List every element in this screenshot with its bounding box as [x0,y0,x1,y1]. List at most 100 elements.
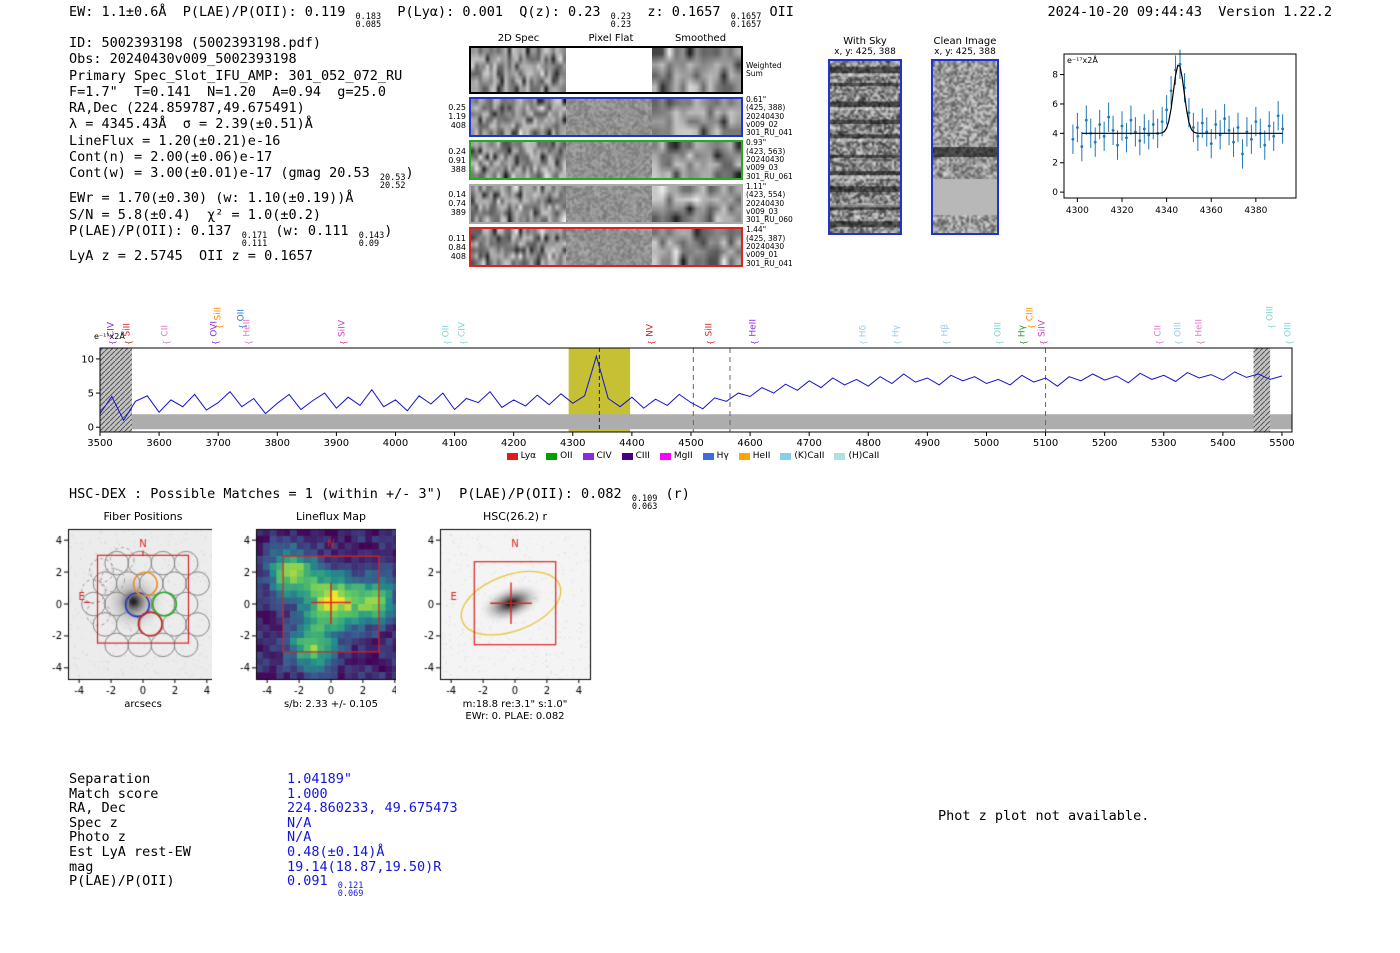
info-line: F=1.7" T=0.141 N=1.20 A=0.94 g=25.0 [69,83,386,100]
clean-image [931,59,999,235]
emission-line-label: Hβ} [941,324,952,346]
emission-line-label-text: Hδ [858,324,869,337]
pixel-flat-image [566,142,652,179]
info-line: S/N = 5.8(±0.4) χ² = 1.0(±0.2) [69,206,321,223]
brace-icon: } [750,339,760,346]
weight-value: 0.14 [448,190,466,200]
legend-label: MgII [673,451,693,461]
emission-line-label-text: SiIV [1037,319,1048,337]
svg-text:3700: 3700 [205,438,230,449]
spectrum-legend: Lyα OII CIV CIII MgII Hγ HeII (K)CaII (H)CaII [80,451,1306,461]
legend-swatch [834,452,846,460]
svg-text:4500: 4500 [678,438,703,449]
col-title-smoothed: Smoothed [674,33,727,44]
with-sky-title: With Sky [843,36,887,47]
2d-spec-image [471,142,566,179]
lineflux-map-panel: Lineflux Map s/b: 2.33 +/- 0.105 [212,510,412,711]
brace-icon: } [244,339,254,346]
match-value: 0.48(±0.14)Å [287,843,385,860]
legend-item: Hγ [702,451,729,461]
legend-item: (K)CaII [780,451,824,461]
full-spectrum-panel: CIV} SiII} CII} OVI} SiII} OII} HeII} SiIV} OII}… [80,268,1306,473]
annotation-line: 301_RU_041 [746,128,793,138]
smoothed-image [652,229,741,266]
clean-image-xy: x, y: 425, 388 [934,47,996,57]
match-label: RA, Dec [69,800,126,817]
hsc-cutout-canvas [396,523,596,699]
svg-text:5400: 5400 [1210,438,1235,449]
svg-text:4700: 4700 [796,438,821,449]
legend-swatch [506,452,518,460]
table-row: Separation 1.04189" [69,772,458,787]
emission-line-label: SiII} [214,307,225,330]
emission-line-label-text: CIII [1025,306,1036,321]
info-line: LineFlux = 1.20(±0.21)e-16 [69,132,281,149]
weight-value: 389 [450,208,466,218]
photz-note: Phot z plot not available. [938,808,1150,824]
clean-image-title: Clean Image [933,36,997,47]
brace-icon: } [124,339,134,346]
legend-label: (K)CaII [794,451,825,461]
info-line: Cont(n) = 2.00(±0.06)e-17 [69,149,273,166]
svg-text:5500: 5500 [1269,438,1294,449]
emission-line-label-text: OIII [1265,305,1276,321]
top-bar: EW: 1.1±0.6Å P(LAE)/P(OII): 0.119 0.183 0… [69,4,1332,29]
info-line: λ = 4345.43Å σ = 2.39(±0.51)Å [69,116,313,133]
brace-icon: } [1019,339,1029,346]
legend-item: OII [546,451,573,461]
match-value: 1.000 [287,785,328,802]
svg-text:4000: 4000 [383,438,408,449]
smoothed-image [652,185,741,222]
hsc-cutout-title: HSC(26.2) r [482,510,548,523]
svg-text:5000: 5000 [974,438,999,449]
2d-spec-image [471,98,566,135]
svg-text:4900: 4900 [915,438,940,449]
svg-text:6: 6 [1052,100,1058,110]
svg-text:4200: 4200 [501,438,526,449]
spec2d-row-weights: 0.24 0.91 388 [441,147,469,174]
catalog-match-table: Separation 1.04189" Match score 1.000 RA, De… [69,772,458,899]
detection-info: ID: 5002393198 (5002393198.pdf) Obs: 2024… [69,35,414,264]
clean-image-panel: Clean Image x, y: 425, 388 [928,36,1002,239]
match-value: N/A [287,829,312,846]
svg-text:8: 8 [1052,71,1058,81]
weight-value: 0.91 [448,155,466,165]
hsc-caption-1: m:18.8 re:3.1" s:1.0" [462,699,568,710]
svg-text:4300: 4300 [560,438,585,449]
emission-line-label-text: CIV [457,321,468,337]
pixel-flat-blank [566,48,652,92]
smoothed-image [652,48,741,92]
brace-icon: } [215,323,225,330]
weight-value: 0.25 [448,103,466,113]
2d-spec-image [471,229,566,266]
brace-icon: } [995,339,1005,346]
svg-text:4300: 4300 [1066,206,1089,216]
legend-label: (H)CaII [848,451,880,461]
brace-icon: } [1175,339,1185,346]
svg-text:3800: 3800 [265,438,290,449]
svg-text:5: 5 [88,389,94,400]
brace-icon: } [443,339,453,346]
spec2d-row-weights: 0.14 0.74 389 [441,190,469,217]
emission-line-label-text: OII [441,324,452,337]
table-row: Match score 1.000 [69,785,458,802]
emission-line-label-text: CII [160,325,171,337]
full-spectrum-svg: 3500 3600 3700 3800 3900 4000 4100 4200 4300 4400… [81,347,1295,449]
hsc-dex-matches-line: HSC-DEX : Possible Matches = 1 (within +… [69,486,690,512]
emission-line-label: SiIV} [1037,319,1048,346]
svg-text:4320: 4320 [1111,206,1134,216]
match-label: P(LAE)/P(OII) [69,873,175,890]
table-row: RA, Dec 224.860233, 49.675473 [69,801,458,816]
svg-text:4800: 4800 [856,438,881,449]
svg-text:3600: 3600 [146,438,171,449]
legend-label: OII [560,451,573,461]
emission-line-label: CIV} [457,321,469,346]
emission-line-label: OII} [441,324,453,346]
emission-line-label-text: SiIV [337,319,348,337]
info-line: RA,Dec (224.859787,49.675491) [69,100,305,117]
emission-line-labels: CIV} SiII} CII} OVI} SiII} OII} HeII} SiIV} OII}… [80,268,1306,346]
svg-text:5200: 5200 [1092,438,1117,449]
annotation-line: Sum [746,69,763,78]
with-sky-image [828,59,902,235]
brace-icon: } [211,339,221,346]
